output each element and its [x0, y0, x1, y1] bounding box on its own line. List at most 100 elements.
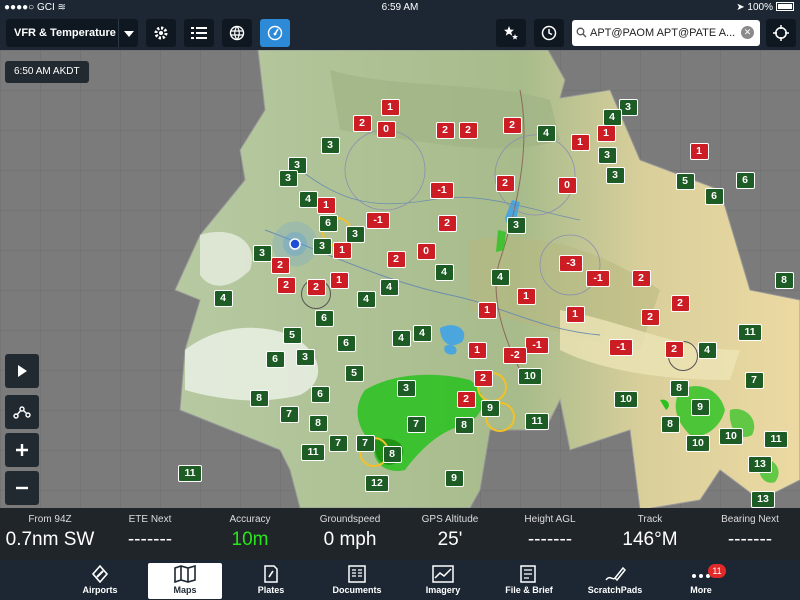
temperature-marker[interactable]: 2: [270, 257, 290, 274]
temperature-marker[interactable]: 2: [437, 215, 457, 232]
play-animation-button[interactable]: [5, 354, 39, 388]
temperature-marker[interactable]: 9: [444, 470, 464, 487]
temperature-marker[interactable]: 4: [379, 279, 399, 296]
temperature-marker[interactable]: 2: [473, 370, 493, 387]
temperature-marker[interactable]: 6: [310, 386, 330, 403]
favorites-button[interactable]: [496, 19, 526, 47]
temperature-marker[interactable]: 11: [301, 444, 325, 461]
temperature-marker[interactable]: 4: [536, 125, 556, 142]
temperature-marker[interactable]: 0: [557, 177, 577, 194]
temperature-marker[interactable]: 8: [308, 415, 328, 432]
temperature-marker[interactable]: -1: [430, 182, 454, 199]
temperature-marker[interactable]: 4: [356, 291, 376, 308]
tab-maps[interactable]: Maps: [148, 563, 222, 599]
temperature-marker[interactable]: 8: [249, 390, 269, 407]
temperature-marker[interactable]: 6: [704, 188, 724, 205]
temperature-marker[interactable]: 6: [314, 310, 334, 327]
instrument-groundspeed[interactable]: Groundspeed 0 mph: [300, 508, 400, 560]
map-mode-button[interactable]: [222, 19, 252, 47]
instrument-height-agl[interactable]: Height AGL -------: [500, 508, 600, 560]
temperature-marker[interactable]: 12: [365, 475, 389, 492]
temperature-marker[interactable]: 2: [456, 391, 476, 408]
settings-button[interactable]: [146, 19, 176, 47]
temperature-marker[interactable]: 7: [744, 372, 764, 389]
temperature-marker[interactable]: 1: [570, 134, 590, 151]
temperature-marker[interactable]: 2: [495, 175, 515, 192]
temperature-marker[interactable]: 3: [345, 226, 365, 243]
temperature-marker[interactable]: 8: [454, 417, 474, 434]
temperature-marker[interactable]: 5: [282, 327, 302, 344]
temperature-marker[interactable]: 1: [467, 342, 487, 359]
temperature-marker[interactable]: 6: [336, 335, 356, 352]
temperature-marker[interactable]: 11: [178, 465, 202, 482]
zoom-in-button[interactable]: [5, 433, 39, 467]
temperature-marker[interactable]: -2: [503, 347, 527, 364]
route-input[interactable]: APT@PAOM APT@PATE A... ✕: [572, 20, 760, 46]
center-location-button[interactable]: [766, 19, 796, 47]
instrument-ete-next[interactable]: ETE Next -------: [100, 508, 200, 560]
temperature-marker[interactable]: 6: [265, 351, 285, 368]
temperature-marker[interactable]: 2: [386, 251, 406, 268]
temperature-marker[interactable]: 2: [276, 277, 296, 294]
temperature-marker[interactable]: -1: [366, 212, 390, 229]
chevron-down-icon[interactable]: [124, 31, 134, 37]
clear-icon[interactable]: ✕: [741, 26, 754, 39]
temperature-marker[interactable]: 4: [490, 269, 510, 286]
temperature-marker[interactable]: 3: [506, 217, 526, 234]
temperature-marker[interactable]: -3: [559, 255, 583, 272]
route-tool-button[interactable]: [5, 395, 39, 429]
temperature-marker[interactable]: 4: [298, 191, 318, 208]
temperature-marker[interactable]: 4: [602, 109, 622, 126]
temperature-marker[interactable]: -1: [525, 337, 549, 354]
tab-airports[interactable]: Airports: [63, 563, 137, 599]
temperature-marker[interactable]: 1: [329, 272, 349, 289]
instrument-track[interactable]: Track 146°M: [600, 508, 700, 560]
temperature-marker[interactable]: 7: [406, 416, 426, 433]
instrument-bar[interactable]: From 94Z 0.7nm SW ETE Next ------- Accur…: [0, 508, 800, 560]
temperature-marker[interactable]: 1: [316, 197, 336, 214]
temperature-marker[interactable]: 8: [382, 446, 402, 463]
temperature-marker[interactable]: 5: [675, 173, 695, 190]
instrument-from[interactable]: From 94Z 0.7nm SW: [0, 508, 100, 560]
tab-file-brief[interactable]: File & Brief: [492, 563, 566, 599]
zoom-out-button[interactable]: [5, 471, 39, 505]
layers-list-button[interactable]: [184, 19, 214, 47]
temperature-marker[interactable]: 1: [565, 306, 585, 323]
temperature-marker[interactable]: 3: [320, 137, 340, 154]
temperature-marker[interactable]: 4: [412, 325, 432, 342]
tab-imagery[interactable]: Imagery: [406, 563, 480, 599]
temperature-marker[interactable]: 11: [764, 431, 788, 448]
temperature-marker[interactable]: 10: [614, 391, 638, 408]
temperature-marker[interactable]: 2: [640, 309, 660, 326]
temperature-marker[interactable]: 7: [328, 435, 348, 452]
temperature-marker[interactable]: 4: [434, 264, 454, 281]
temperature-marker[interactable]: 2: [306, 279, 326, 296]
instrument-bearing-next[interactable]: Bearing Next -------: [700, 508, 800, 560]
temperature-marker[interactable]: -1: [586, 270, 610, 287]
temperature-marker[interactable]: 3: [295, 349, 315, 366]
temperature-marker[interactable]: 7: [355, 435, 375, 452]
temperature-marker[interactable]: 1: [380, 99, 400, 116]
temperature-marker[interactable]: 11: [525, 413, 549, 430]
temperature-marker[interactable]: 1: [516, 288, 536, 305]
temperature-marker[interactable]: 13: [751, 491, 775, 508]
temperature-marker[interactable]: 1: [477, 302, 497, 319]
temperature-marker[interactable]: 7: [279, 406, 299, 423]
temperature-marker[interactable]: 5: [344, 365, 364, 382]
temperature-marker[interactable]: 3: [597, 147, 617, 164]
temperature-marker[interactable]: 2: [670, 295, 690, 312]
temperature-marker[interactable]: 8: [660, 416, 680, 433]
recent-button[interactable]: [534, 19, 564, 47]
temperature-marker[interactable]: 3: [396, 380, 416, 397]
temperature-marker[interactable]: 10: [719, 428, 743, 445]
temperature-marker[interactable]: 9: [690, 399, 710, 416]
temperature-marker[interactable]: 4: [697, 342, 717, 359]
temperature-marker[interactable]: 3: [605, 167, 625, 184]
temperature-marker[interactable]: 3: [278, 170, 298, 187]
instruments-button[interactable]: [260, 19, 290, 47]
temperature-marker[interactable]: 6: [318, 215, 338, 232]
temperature-marker[interactable]: 6: [735, 172, 755, 189]
temperature-marker[interactable]: 8: [774, 272, 794, 289]
temperature-marker[interactable]: -1: [609, 339, 633, 356]
temperature-marker[interactable]: 1: [332, 242, 352, 259]
